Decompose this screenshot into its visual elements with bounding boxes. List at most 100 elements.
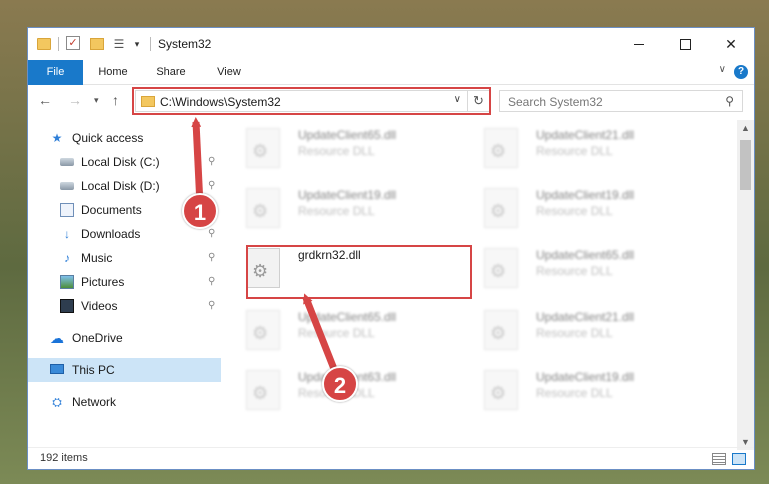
recent-locations-chevron-icon[interactable]: ▾ xyxy=(94,95,99,106)
dll-file-icon: ⚙ xyxy=(484,128,518,168)
dll-file-icon: ⚙ xyxy=(484,188,518,228)
large-icons-view-icon[interactable] xyxy=(732,453,746,465)
documents-icon xyxy=(60,203,74,217)
customize-toolbar-chevron-icon[interactable]: ▾ xyxy=(132,36,142,52)
file-type: Resource DLL xyxy=(298,326,375,340)
pin-icon[interactable]: ⚲ xyxy=(208,150,215,174)
file-item[interactable]: ⚙ UpdateClient65.dll Resource DLL xyxy=(232,120,462,172)
gear-icon: ⚙ xyxy=(490,261,507,281)
navigation-bar: ← → ▾ ↑ C:\Windows\System32 ∨ ↻ Search S… xyxy=(28,86,754,116)
file-name: UpdateClient65.dll xyxy=(536,248,635,262)
tab-home[interactable]: Home xyxy=(86,60,140,85)
sidebar-item-label: Downloads xyxy=(81,227,141,241)
sidebar-item-label: This PC xyxy=(72,363,115,377)
dll-file-icon: ⚙ xyxy=(246,188,280,228)
star-icon: ★ xyxy=(51,131,63,145)
sidebar-item-pictures[interactable]: Pictures ⚲ xyxy=(28,270,221,294)
item-count: 192 items xyxy=(40,452,88,464)
file-item[interactable]: ⚙ UpdateClient65.dll Resource DLL xyxy=(470,240,700,292)
sidebar-item-network[interactable]: ⛭ Network xyxy=(28,390,221,414)
sidebar-item-this-pc[interactable]: This PC xyxy=(28,358,221,382)
properties-check-icon[interactable]: ✓ xyxy=(66,36,80,50)
sidebar-item-label: OneDrive xyxy=(72,331,123,345)
tab-share[interactable]: Share xyxy=(146,60,196,85)
tab-file[interactable]: File xyxy=(28,60,83,85)
pictures-icon xyxy=(60,275,74,289)
folder-icon xyxy=(37,38,51,50)
file-item[interactable]: ⚙ UpdateClient19.dll Resource DLL xyxy=(470,180,700,232)
sidebar-item-label: Local Disk (D:) xyxy=(81,179,160,193)
forward-button[interactable]: → xyxy=(68,92,82,108)
file-item[interactable]: ⚙ UpdateClient21.dll Resource DLL xyxy=(470,120,700,172)
gear-icon: ⚙ xyxy=(490,201,507,221)
pin-icon[interactable]: ⚲ xyxy=(208,270,215,294)
file-item[interactable]: ⚙ UpdateClient19.dll Resource DLL xyxy=(470,362,700,414)
details-view-icon[interactable] xyxy=(712,453,726,465)
new-folder-icon[interactable] xyxy=(90,38,104,50)
search-input[interactable]: Search System32 ⚲ xyxy=(499,90,743,112)
sidebar-item-onedrive[interactable]: ☁ OneDrive xyxy=(28,326,221,350)
drive-icon xyxy=(60,182,74,190)
file-name: UpdateClient19.dll xyxy=(298,188,397,202)
sidebar-item-label: Network xyxy=(72,395,117,409)
file-name: UpdateClient21.dll xyxy=(536,128,635,142)
up-button[interactable]: ↑ xyxy=(112,92,119,108)
address-bar-highlight xyxy=(132,87,491,115)
properties-icon[interactable]: ☰ xyxy=(112,36,126,52)
navigation-pane: ★ Quick access Local Disk (C:) ⚲ Local D… xyxy=(28,120,221,438)
toolbar-separator xyxy=(150,37,151,51)
downloads-icon: ↓ xyxy=(64,227,70,241)
scroll-thumb[interactable] xyxy=(740,140,751,190)
pin-icon[interactable]: ⚲ xyxy=(208,294,215,318)
sidebar-item-label: Videos xyxy=(81,299,118,313)
sidebar-item-music[interactable]: ♪ Music ⚲ xyxy=(28,246,221,270)
help-icon[interactable]: ? xyxy=(734,65,748,79)
file-item[interactable]: ⚙ UpdateClient19.dll Resource DLL xyxy=(232,180,462,232)
title-bar: ✓ ☰ ▾ System32 ✕ xyxy=(28,28,754,60)
videos-icon xyxy=(60,299,74,313)
file-type: Resource DLL xyxy=(536,326,613,340)
gear-icon: ⚙ xyxy=(252,141,269,161)
scroll-up-arrow-icon[interactable]: ▲ xyxy=(737,120,754,136)
search-placeholder: Search System32 xyxy=(508,95,603,109)
maximize-button[interactable] xyxy=(662,28,708,60)
file-type: Resource DLL xyxy=(536,144,613,158)
expand-ribbon-chevron-icon[interactable]: ∨ xyxy=(719,64,726,75)
vertical-scrollbar[interactable]: ▲ ▼ xyxy=(737,120,754,450)
step-1-callout: 1 xyxy=(182,193,218,229)
pin-icon[interactable]: ⚲ xyxy=(208,246,215,270)
dll-file-icon: ⚙ xyxy=(246,310,280,350)
pin-icon[interactable]: ⚲ xyxy=(208,174,215,198)
sidebar-item-label: Local Disk (C:) xyxy=(81,155,160,169)
window-title: System32 xyxy=(158,37,212,51)
tab-view[interactable]: View xyxy=(204,60,254,85)
file-name: UpdateClient21.dll xyxy=(536,310,635,324)
minimize-button[interactable] xyxy=(616,28,662,60)
sidebar-item-quick-access[interactable]: ★ Quick access xyxy=(28,126,221,150)
file-item[interactable]: ⚙ UpdateClient65.dll Resource DLL xyxy=(232,302,462,354)
toolbar-separator xyxy=(58,37,59,51)
back-button[interactable]: ← xyxy=(38,92,52,108)
search-icon[interactable]: ⚲ xyxy=(725,94,734,108)
gear-icon: ⚙ xyxy=(490,141,507,161)
file-type: Resource DLL xyxy=(536,386,613,400)
cloud-icon: ☁ xyxy=(50,330,64,346)
close-button[interactable]: ✕ xyxy=(708,28,754,60)
sidebar-item-videos[interactable]: Videos ⚲ xyxy=(28,294,221,318)
file-name: UpdateClient19.dll xyxy=(536,188,635,202)
file-name: UpdateClient65.dll xyxy=(298,128,397,142)
gear-icon: ⚙ xyxy=(252,383,269,403)
file-name: UpdateClient65.dll xyxy=(298,310,397,324)
file-type: Resource DLL xyxy=(536,264,613,278)
file-item[interactable]: ⚙ UpdateClient21.dll Resource DLL xyxy=(470,302,700,354)
dll-file-icon: ⚙ xyxy=(246,128,280,168)
music-icon: ♪ xyxy=(64,251,70,265)
gear-icon: ⚙ xyxy=(490,383,507,403)
sidebar-item-local-disk-c[interactable]: Local Disk (C:) ⚲ xyxy=(28,150,221,174)
computer-icon xyxy=(50,364,64,374)
dll-file-icon: ⚙ xyxy=(484,370,518,410)
file-highlight xyxy=(246,245,472,299)
file-type: Resource DLL xyxy=(298,144,375,158)
step-2-callout: 2 xyxy=(322,366,358,402)
gear-icon: ⚙ xyxy=(252,201,269,221)
